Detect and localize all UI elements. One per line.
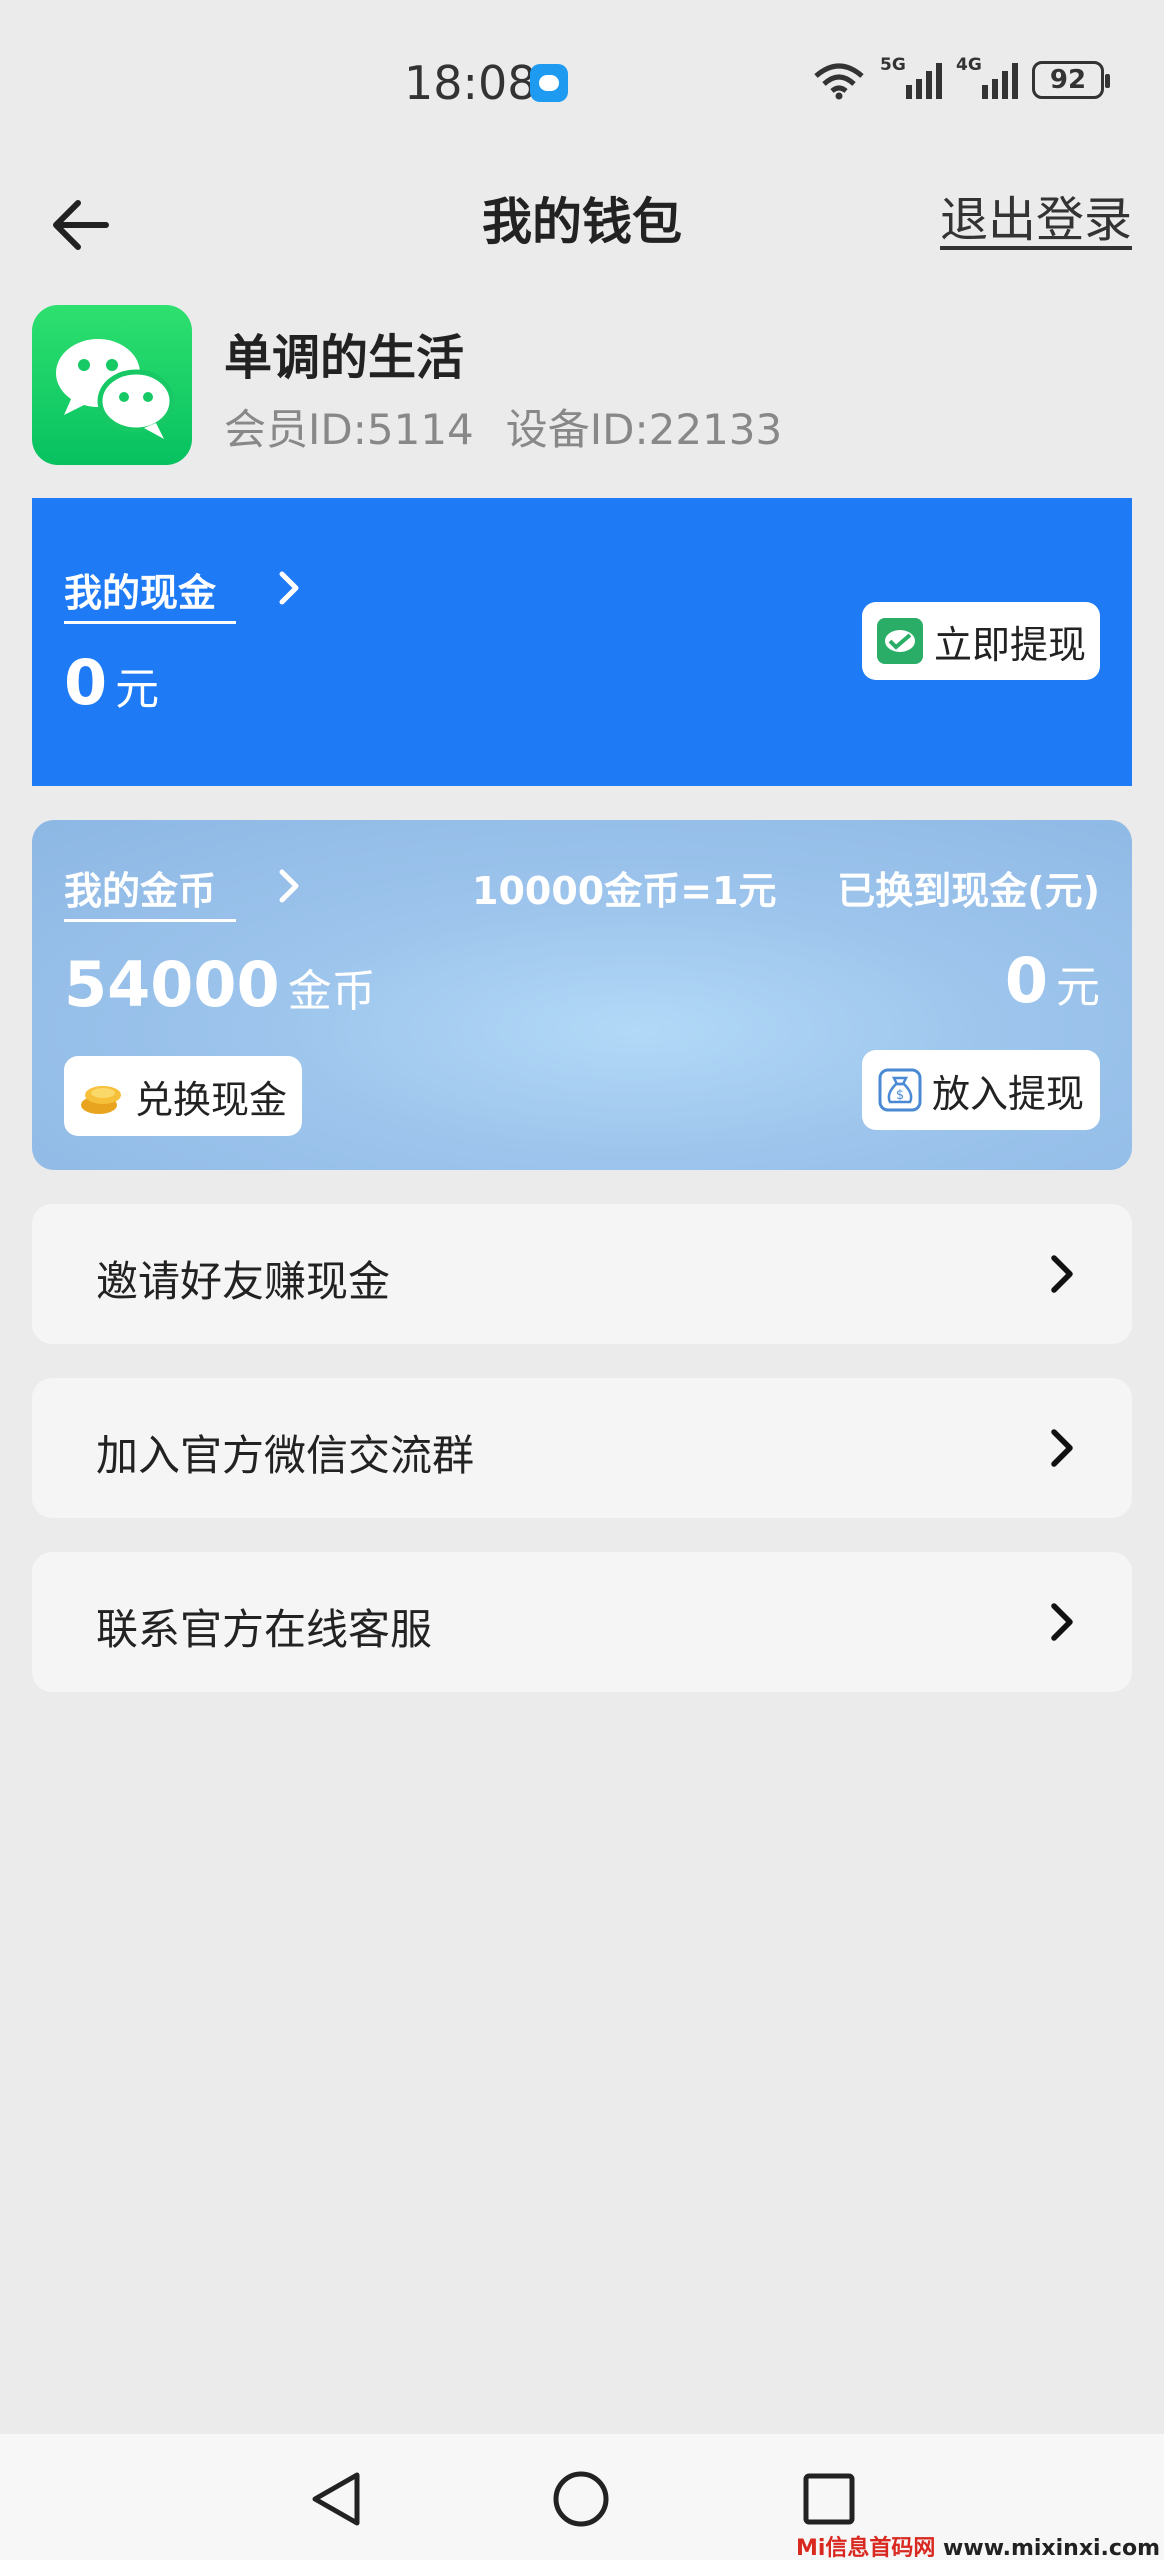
withdraw-button[interactable]: 立即提现: [862, 602, 1100, 680]
exchanged-amount: 0元: [1004, 944, 1100, 1017]
user-name: 单调的生活: [224, 330, 465, 386]
exchange-cash-button[interactable]: 兑换现金: [64, 1056, 302, 1136]
nav-recents-button[interactable]: [794, 2464, 864, 2534]
svg-text:$: $: [896, 1088, 904, 1103]
chevron-right-icon: [1051, 1603, 1073, 1641]
chevron-right-icon: [1051, 1255, 1073, 1293]
menu-item-wechat-group[interactable]: 加入官方微信交流群: [32, 1378, 1132, 1518]
menu-item-invite[interactable]: 邀请好友赚现金: [32, 1204, 1132, 1344]
cash-card: 我的现金 0元 立即提现: [32, 498, 1132, 786]
exchange-rate: 10000金币=1元: [472, 869, 777, 913]
coin-card: 我的金币 10000金币=1元 已换到现金(元) 54000 金币 0元 兑换现金…: [32, 820, 1132, 1170]
nav-home-button[interactable]: [546, 2464, 616, 2534]
chevron-right-icon: [279, 869, 299, 903]
nav-back-button[interactable]: [300, 2464, 370, 2534]
message-notification-icon: [530, 64, 568, 102]
wechat-pay-icon: [876, 618, 923, 664]
exchanged-label: 已换到现金(元): [837, 869, 1100, 913]
avatar: [32, 305, 192, 465]
gold-coins-icon: [80, 1086, 121, 1114]
member-id: 会员ID:5114: [224, 405, 474, 454]
device-id: 设备ID:22133: [505, 405, 783, 454]
status-icons: 5G 4G 92: [812, 55, 1110, 100]
user-ids: 会员ID:5114 设备ID:22133: [224, 396, 814, 457]
coin-amount: 54000 金币: [64, 948, 376, 1021]
signal-4g-icon: 4G: [956, 55, 1018, 99]
deposit-withdraw-button[interactable]: $ 放入提现: [862, 1050, 1100, 1130]
wifi-icon: [814, 63, 864, 100]
triangle-back-icon: [312, 2472, 360, 2526]
status-bar: 18:08 5G 4G 92: [0, 0, 1164, 150]
logout-link[interactable]: 退出登录: [940, 180, 1132, 250]
header: 我的钱包 退出登录: [0, 160, 1164, 280]
coin-label-link[interactable]: 我的金币: [64, 860, 237, 922]
money-bag-icon: $: [878, 1068, 922, 1112]
cash-label-link[interactable]: 我的现金: [64, 562, 237, 624]
menu-item-support[interactable]: 联系官方在线客服: [32, 1552, 1132, 1692]
wechat-icon: [56, 339, 175, 439]
battery-indicator: 92: [1032, 61, 1110, 99]
chevron-right-icon: [1051, 1429, 1073, 1467]
circle-home-icon: [553, 2471, 609, 2527]
watermark: Mi信息首码网 www.mixinxi.com: [795, 2536, 1160, 2560]
status-time: 18:08: [404, 56, 537, 110]
chevron-right-icon: [279, 571, 299, 605]
signal-5g-icon: 5G: [880, 55, 942, 99]
square-recents-icon: [803, 2473, 855, 2525]
cash-amount: 0元: [64, 646, 160, 719]
